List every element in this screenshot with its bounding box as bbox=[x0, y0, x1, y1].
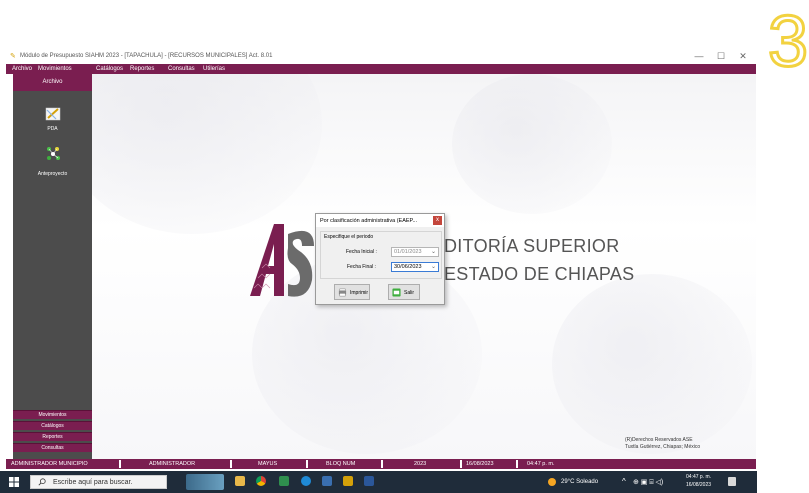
tray-chevron-up-icon[interactable]: ^ bbox=[622, 477, 626, 486]
notification-icon[interactable] bbox=[728, 477, 736, 486]
search-icon bbox=[38, 478, 46, 486]
salir-label: Salir bbox=[404, 290, 415, 296]
status-divider bbox=[516, 460, 518, 468]
status-divider bbox=[381, 460, 383, 468]
store-icon[interactable] bbox=[322, 476, 332, 486]
minimize-button[interactable]: — bbox=[692, 51, 706, 61]
dialog-titlebar: Por clasificación administrativa (EAEP..… bbox=[316, 214, 444, 227]
status-divider bbox=[119, 460, 121, 468]
weather-sun-icon bbox=[548, 478, 556, 486]
copyright-line1: (R)Derechos Reservados ASE bbox=[625, 437, 693, 443]
imprimir-button[interactable]: Imprimir bbox=[334, 284, 370, 300]
window-title: Módulo de Presupuesto SIAHM 2023 - [TAPA… bbox=[20, 53, 273, 59]
status-date: 16/08/2023 bbox=[466, 461, 494, 467]
weather-text[interactable]: 29°C Soleado bbox=[561, 479, 598, 485]
file-explorer-icon[interactable] bbox=[235, 476, 245, 486]
menu-catalogos[interactable]: Catálogos bbox=[96, 66, 123, 72]
svg-text:3: 3 bbox=[768, 4, 808, 80]
menu-movimientos[interactable]: Movimientos bbox=[38, 66, 72, 72]
sidebar-item-label: PDA bbox=[47, 126, 58, 132]
copyright-line2: Tuxtla Gutiérrez, Chiapas; México bbox=[625, 444, 701, 450]
fecha-final-label: Fecha Final : bbox=[347, 264, 376, 270]
status-year: 2023 bbox=[414, 461, 427, 467]
menu-bar: Archivo Movimientos Catálogos Reportes C… bbox=[6, 64, 756, 74]
windows-start-icon[interactable] bbox=[9, 477, 19, 487]
app-icon-green[interactable] bbox=[279, 476, 289, 486]
sidebar-section-consultas[interactable]: Consultas bbox=[13, 443, 92, 452]
menu-utilerias[interactable]: Utilerías bbox=[203, 66, 225, 72]
brand-line1: DITORÍA SUPERIOR bbox=[444, 236, 620, 256]
status-user: ADMINISTRADOR MUNICIPIO bbox=[11, 461, 88, 467]
window-titlebar: ✎ Módulo de Presupuesto SIAHM 2023 - [TA… bbox=[6, 50, 756, 64]
sidebar-item-anteproyecto[interactable]: Anteproyecto bbox=[13, 145, 92, 177]
sidebar-section-reportes[interactable]: Reportes bbox=[13, 432, 92, 441]
printer-icon bbox=[338, 288, 347, 297]
close-button[interactable]: ✕ bbox=[736, 51, 750, 62]
fecha-inicial-field[interactable]: 01/01/2023 ⌄ bbox=[391, 247, 439, 257]
clock-date[interactable]: 16/08/2023 bbox=[686, 482, 711, 488]
sidebar-item-pda[interactable]: PDA bbox=[13, 106, 92, 136]
chrome-icon[interactable] bbox=[256, 476, 266, 486]
taskbar-search-placeholder: Escribe aquí para buscar. bbox=[53, 479, 133, 486]
chevron-down-icon[interactable]: ⌄ bbox=[431, 263, 436, 271]
status-bar: ADMINISTRADOR MUNICIPIO ADMINISTRADOR MA… bbox=[6, 459, 756, 469]
chevron-down-icon[interactable]: ⌄ bbox=[431, 248, 436, 256]
windows-taskbar: Escribe aquí para buscar. 29°C Soleado ^… bbox=[0, 471, 757, 493]
report-period-dialog: Por clasificación administrativa (EAEP..… bbox=[315, 213, 445, 305]
dialog-close-button[interactable]: x bbox=[433, 216, 442, 225]
exit-icon bbox=[392, 288, 401, 297]
menu-archivo[interactable]: Archivo bbox=[12, 66, 32, 72]
status-caps: MAYUS bbox=[258, 461, 278, 467]
decorative-bubble bbox=[452, 74, 612, 214]
clock-time[interactable]: 04:47 p. m. bbox=[686, 474, 711, 480]
ase-logo bbox=[250, 224, 314, 297]
status-numlock: BLOQ NUM bbox=[326, 461, 356, 467]
fecha-inicial-label: Fecha Inicial : bbox=[346, 249, 377, 255]
status-divider bbox=[230, 460, 232, 468]
dialog-title: Por clasificación administrativa (EAEP..… bbox=[320, 218, 418, 224]
status-role: ADMINISTRADOR bbox=[149, 461, 196, 467]
status-divider bbox=[460, 460, 462, 468]
decorative-bubble bbox=[92, 74, 322, 234]
period-group: Especifique el periodo Fecha Inicial : 0… bbox=[320, 231, 442, 279]
siahm-app-icon[interactable] bbox=[343, 476, 353, 486]
pencil-ruler-icon bbox=[45, 107, 60, 121]
tray-system-icons[interactable]: ⊕ ▣ ⌸ ◁) bbox=[633, 478, 663, 487]
status-time: 04:47 p. m. bbox=[527, 461, 555, 467]
menu-reportes[interactable]: Reportes bbox=[130, 66, 154, 72]
step-number-badge: 3 bbox=[768, 4, 808, 80]
maximize-button[interactable]: ☐ bbox=[714, 51, 728, 62]
sidebar-section-movimientos[interactable]: Movimientos bbox=[13, 410, 92, 419]
fecha-final-field[interactable]: 30/06/2023 ⌄ bbox=[391, 262, 439, 272]
salir-button[interactable]: Salir bbox=[388, 284, 420, 300]
decorative-bubble bbox=[552, 274, 752, 454]
taskbar-search-box[interactable]: Escribe aquí para buscar. bbox=[30, 475, 167, 489]
edge-icon[interactable] bbox=[301, 476, 311, 486]
imprimir-label: Imprimir bbox=[350, 290, 369, 296]
sidebar-header-archivo[interactable]: Archivo bbox=[13, 74, 92, 91]
status-divider bbox=[306, 460, 308, 468]
brand-line2: ESTADO DE CHIAPAS bbox=[444, 264, 635, 284]
sidebar-section-catalogos[interactable]: Catálogos bbox=[13, 421, 92, 430]
menu-consultas[interactable]: Consultas bbox=[168, 66, 195, 72]
word-icon[interactable] bbox=[364, 476, 374, 486]
network-icon bbox=[46, 147, 60, 160]
app-icon: ✎ bbox=[10, 53, 16, 60]
taskbar-widget-icon[interactable] bbox=[186, 474, 224, 490]
sidebar-item-label: Anteproyecto bbox=[37, 171, 68, 177]
period-group-label: Especifique el periodo bbox=[324, 234, 374, 240]
screen: 3 ✎ Módulo de Presupuesto SIAHM 2023 - [… bbox=[0, 0, 809, 493]
